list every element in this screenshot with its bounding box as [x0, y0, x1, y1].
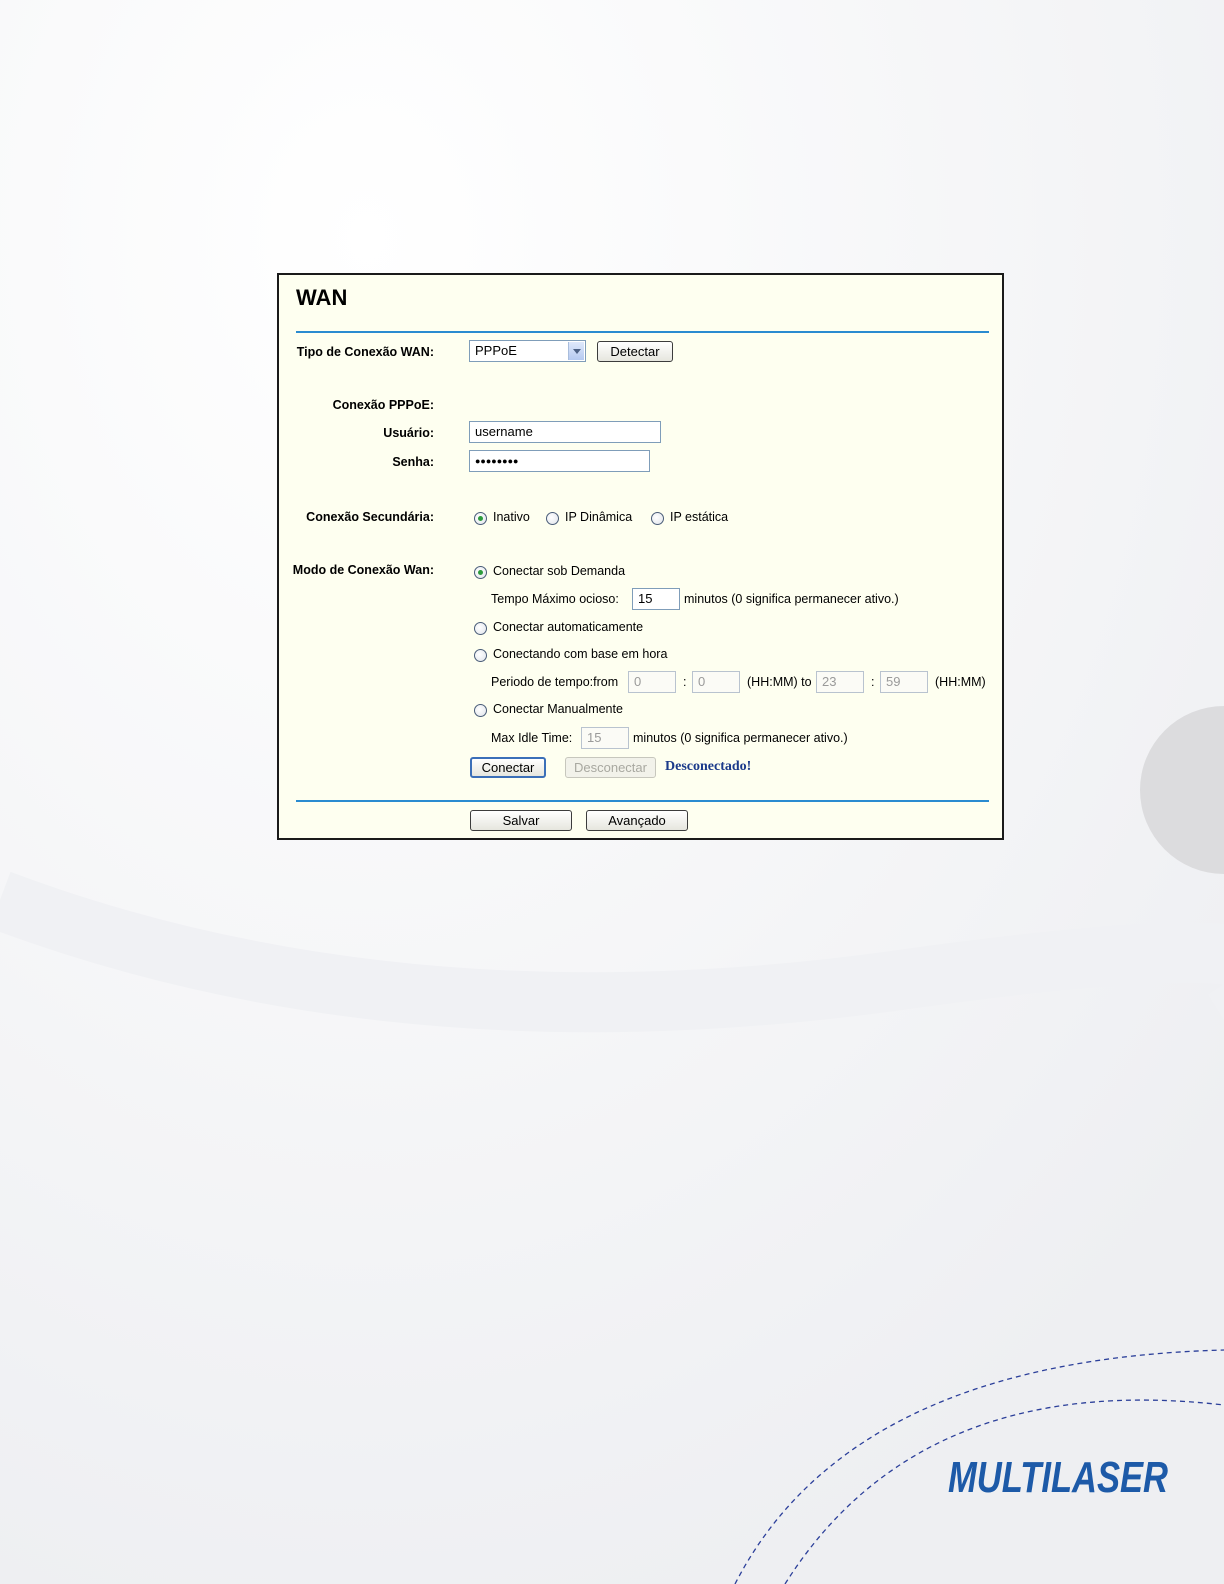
secondary-static-ip-radio[interactable] — [651, 512, 664, 525]
advanced-button[interactable]: Avançado — [586, 810, 688, 831]
password-label: Senha: — [392, 455, 434, 469]
secondary-dynamic-ip-radio[interactable] — [546, 512, 559, 525]
time-based-label: Conectando com base em hora — [493, 647, 668, 661]
disconnect-button[interactable]: Desconectar — [565, 757, 656, 778]
connection-status: Desconectado! — [665, 759, 752, 774]
max-idle-input[interactable]: 15 — [581, 727, 629, 749]
hhmm-label: (HH:MM) — [935, 675, 986, 689]
connection-mode-label: Modo de Conexão Wan: — [292, 563, 434, 577]
wan-type-value: PPPoE — [475, 343, 517, 358]
on-demand-label: Conectar sob Demanda — [493, 564, 626, 578]
pppoe-section-label: Conexão PPPoE: — [332, 398, 434, 412]
user-label: Usuário: — [383, 426, 434, 440]
secondary-connection-label: Conexão Secundária: — [306, 510, 434, 524]
save-button[interactable]: Salvar — [470, 810, 572, 831]
time-based-radio[interactable] — [474, 649, 487, 662]
auto-connect-radio[interactable] — [474, 622, 487, 635]
logo-text: MULTILASER — [948, 1453, 1168, 1500]
detect-button[interactable]: Detectar — [597, 341, 673, 362]
secondary-inactive-label: Inativo — [493, 510, 530, 524]
idle-time-input[interactable]: 15 — [632, 588, 680, 610]
idle-time-label: Tempo Máximo ocioso: — [491, 592, 619, 606]
manual-connect-label: Conectar Manualmente — [493, 702, 623, 716]
from-hour-input[interactable]: 0 — [628, 671, 676, 693]
password-input[interactable]: ●●●●●●●● — [469, 450, 650, 472]
page-title: WAN — [296, 285, 348, 310]
to-hour-input[interactable]: 23 — [816, 671, 864, 693]
secondary-dynamic-ip-label: IP Dinâmica — [565, 510, 633, 524]
manual-connect-radio[interactable] — [474, 704, 487, 717]
top-divider — [296, 331, 989, 333]
wan-panel: WAN Tipo de Conexão WAN: PPPoE Detectar … — [277, 273, 1004, 840]
hhmm-to-label: (HH:MM) to — [747, 675, 812, 689]
wan-type-select[interactable]: PPPoE — [469, 340, 586, 362]
secondary-inactive-radio[interactable] — [474, 512, 487, 525]
chevron-down-icon[interactable] — [568, 342, 584, 360]
max-idle-label: Max Idle Time: — [491, 731, 573, 745]
period-label: Periodo de tempo:from — [491, 675, 619, 689]
on-demand-radio[interactable] — [474, 566, 487, 579]
connect-button[interactable]: Conectar — [470, 757, 546, 778]
to-colon: : — [871, 675, 875, 689]
from-minute-input[interactable]: 0 — [692, 671, 740, 693]
bottom-divider — [296, 800, 989, 802]
to-minute-input[interactable]: 59 — [880, 671, 928, 693]
idle-time-suffix: minutos (0 significa permanecer ativo.) — [684, 592, 899, 606]
auto-connect-label: Conectar automaticamente — [493, 620, 644, 634]
multilaser-logo: MULTILASER — [946, 1450, 1171, 1505]
username-input[interactable]: username — [469, 421, 661, 443]
wan-type-label: Tipo de Conexão WAN: — [296, 345, 434, 359]
from-colon: : — [683, 675, 687, 689]
max-idle-suffix: minutos (0 significa permanecer ativo.) — [633, 731, 848, 745]
secondary-static-ip-label: IP estática — [670, 510, 729, 524]
